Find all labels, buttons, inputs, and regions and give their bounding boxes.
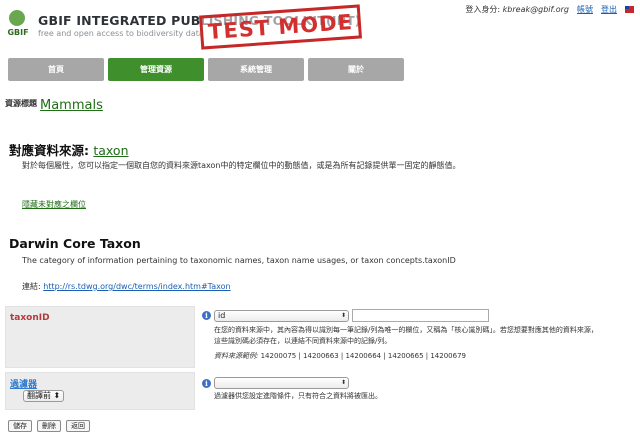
sample-label: 資料來源範例: [214,352,259,360]
save-button[interactable]: 儲存 [8,420,32,432]
dwc-link-line: 連結: http://rs.tdwg.org/dwc/terms/index.h… [22,281,231,292]
taxon-id-sample-values: 資料來源範例: 14200075 | 14200663 | 14200664 |… [214,351,624,361]
resource-title-label: 資源標題 [5,99,37,108]
language-flag-icon[interactable] [625,6,634,13]
select-arrows-icon: ⬍ [53,391,61,400]
form-buttons: 儲存 刪除 返回 [8,420,90,432]
taxon-id-field-name: taxonID [10,313,50,323]
taxon-id-selected-value: id [218,311,226,320]
filter-field-row: 過濾器 翻譯前 ⬍ i ⬍ 過濾器供您設定進階條件，只有符合之資料將被匯出。 [5,372,635,410]
taxon-id-label-cell: taxonID [5,306,195,368]
account-link[interactable]: 帳號 [577,4,593,15]
logged-in-label: 登入身分 [465,5,498,14]
nav-tab-administration[interactable]: 系統管理 [208,58,304,81]
resource-title-link[interactable]: Mammals [40,98,103,113]
sample-values: 14200075 | 14200663 | 14200664 | 1420066… [260,352,466,360]
info-icon[interactable]: i [202,311,211,320]
filter-help-text: 過濾器供您設定進階條件，只有符合之資料將被匯出。 [214,392,382,400]
mapping-heading: 對應資料來源: taxon [9,140,129,159]
select-arrows-icon: ⬍ [340,312,346,319]
dwc-link-label: 連結: [22,282,41,291]
taxon-id-help-text: 在您的資料來源中，其內容為得以識別每一筆記錄/列為唯一的欄位，又稱為「核心識別碼… [214,326,598,345]
filter-source-select[interactable]: ⬍ [214,377,349,389]
filter-field-name[interactable]: 過濾器 [10,377,37,390]
test-mode-stamp: TEST MODE [199,4,362,50]
gbif-logo[interactable]: GBIF [4,10,30,40]
logged-in-text: 登入身分: kbreak@gbif.org [465,5,569,14]
dwc-terms-link[interactable]: http://rs.tdwg.org/dwc/terms/index.htm#T… [43,282,230,291]
back-button[interactable]: 返回 [66,420,90,432]
mapping-heading-prefix: 對應資料來源: [9,143,89,158]
info-icon[interactable]: i [202,379,211,388]
taxon-id-source-select[interactable]: id ⬍ [214,310,349,322]
user-bar: 登入身分: kbreak@gbif.org 帳號 登出 [465,4,634,15]
nav-tab-manage-resources[interactable]: 管理資源 [108,58,204,81]
gbif-logo-text: GBIF [7,28,29,37]
filter-label-cell: 過濾器 翻譯前 ⬍ [5,372,195,410]
source-name-link[interactable]: taxon [93,143,128,158]
nav-tab-home[interactable]: 首頁 [8,58,104,81]
gbif-logo-icon [9,10,25,26]
taxon-id-constant-input[interactable] [352,309,489,322]
hide-unmapped-fields-link[interactable]: 隱藏未對應之欄位 [22,199,86,210]
translate-button-label: 翻譯前 [27,391,51,400]
logout-link[interactable]: 登出 [601,4,617,15]
dwc-description: The category of information pertaining t… [22,256,456,265]
taxon-id-field-row: taxonID i id ⬍ 在您的資料來源中，其內容為得以識別每一筆記錄/列為… [5,306,635,368]
nav-tab-about[interactable]: 關於 [308,58,404,81]
user-email: kbreak@gbif.org [502,5,569,14]
translate-button[interactable]: 翻譯前 ⬍ [23,390,65,402]
app-subtitle: free and open access to biodiversity dat… [38,29,204,38]
main-nav: 首頁 管理資源 系統管理 關於 [8,58,404,81]
delete-button[interactable]: 刪除 [37,420,61,432]
dwc-heading: Darwin Core Taxon [9,236,141,251]
mapping-description: 對於每個屬性，您可以指定一個取自您的資料來源taxon中的特定欄位中的動態值，或… [22,161,461,170]
select-arrows-icon: ⬍ [340,379,346,386]
